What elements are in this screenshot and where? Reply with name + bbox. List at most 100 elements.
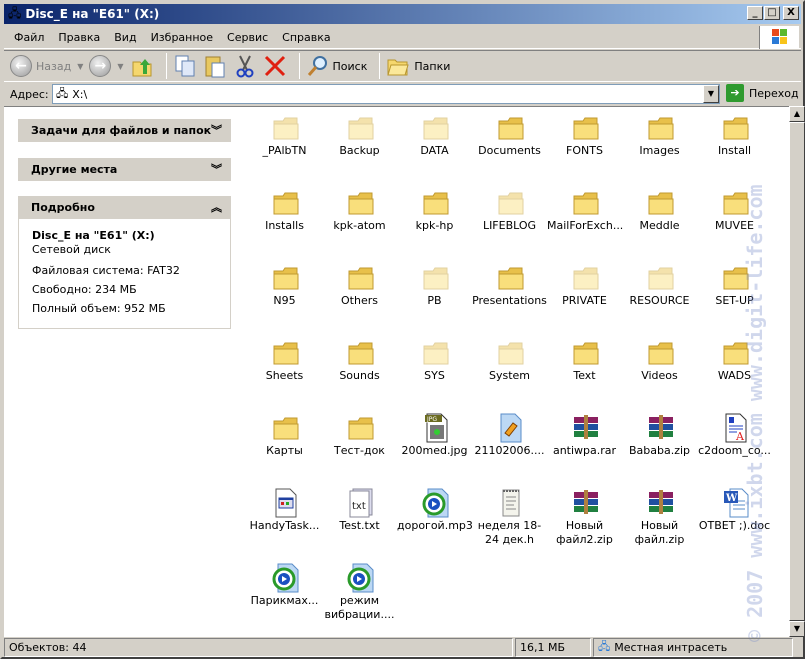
file-item[interactable]: Bababa.zip xyxy=(622,407,697,482)
item-label: Text xyxy=(573,369,596,382)
file-item[interactable]: Новый файл.zip xyxy=(622,482,697,557)
folder-item[interactable]: RESOURCE xyxy=(622,257,697,332)
file-item[interactable]: 21102006.... xyxy=(472,407,547,482)
item-label: kpk-atom xyxy=(333,219,386,232)
folder-item[interactable]: Others xyxy=(322,257,397,332)
folder-item[interactable]: kpk-hp xyxy=(397,182,472,257)
forward-button[interactable]: → ▼ xyxy=(89,55,124,77)
folder-icon xyxy=(422,113,450,143)
file-item[interactable]: дорогой.mp3 xyxy=(397,482,473,557)
file-item[interactable]: W ОТВЕТ ;).doc xyxy=(697,482,772,557)
address-dropdown-button[interactable]: ▼ xyxy=(703,85,719,103)
vertical-scrollbar[interactable]: ▲ ▼ xyxy=(789,106,805,637)
close-button[interactable]: X xyxy=(783,6,799,20)
file-item[interactable]: antiwpa.rar xyxy=(547,407,622,482)
menu-item[interactable]: Справка xyxy=(282,31,330,44)
address-input[interactable]: 🖧 X:\ ▼ xyxy=(52,84,720,104)
expand-chevron-icon[interactable]: ︾ xyxy=(211,122,222,138)
cut-button[interactable] xyxy=(233,54,257,78)
folder-item[interactable]: WADS xyxy=(697,332,772,407)
folder-item[interactable]: SYS xyxy=(397,332,472,407)
copy-button[interactable] xyxy=(173,54,197,78)
item-label: дорогой.mp3 xyxy=(397,519,473,532)
minimize-button[interactable]: _ xyxy=(747,6,763,20)
file-item[interactable]: Парикмах... xyxy=(247,557,322,632)
archive-icon xyxy=(572,413,600,443)
file-item[interactable]: Новый файл2.zip xyxy=(547,482,622,557)
folder-item[interactable]: Backup xyxy=(322,107,397,182)
scroll-down-button[interactable]: ▼ xyxy=(789,621,805,637)
folder-item[interactable]: Images xyxy=(622,107,697,182)
menu-item[interactable]: Файл xyxy=(14,31,44,44)
folder-item[interactable]: SET-UP xyxy=(697,257,772,332)
file-item[interactable]: неделя 18-24 дек.h xyxy=(472,482,547,557)
audio-icon xyxy=(422,488,450,518)
delete-button[interactable] xyxy=(263,54,287,78)
folder-item[interactable]: PRIVATE xyxy=(547,257,622,332)
folder-item[interactable]: Sheets xyxy=(247,332,322,407)
svg-text:A: A xyxy=(735,430,745,443)
media-file-icon xyxy=(497,413,525,443)
other-places-header[interactable]: Другие места ︾ xyxy=(18,158,231,181)
scroll-up-button[interactable]: ▲ xyxy=(789,106,805,122)
folder-item[interactable]: MUVEE xyxy=(697,182,772,257)
details-total: Полный объем: 952 МБ xyxy=(32,302,166,315)
menu-item[interactable]: Вид xyxy=(114,31,136,44)
file-item[interactable]: txt Test.txt xyxy=(322,482,397,557)
menu-item[interactable]: Избранное xyxy=(151,31,213,44)
back-button[interactable]: ← Назад ▼ xyxy=(10,55,83,77)
folder-icon xyxy=(347,413,375,443)
up-folder-button[interactable] xyxy=(130,54,154,78)
paste-button[interactable] xyxy=(203,54,227,78)
file-item[interactable]: режим вибрации.... xyxy=(322,557,397,632)
folder-item[interactable]: Installs xyxy=(247,182,322,257)
go-button[interactable]: ➔ Переход xyxy=(726,84,799,102)
folder-item[interactable]: LIFEBLOG xyxy=(472,182,547,257)
folder-item[interactable]: Presentations xyxy=(472,257,547,332)
details-header[interactable]: Подробно ︽ xyxy=(18,196,231,219)
folder-item[interactable]: DATA xyxy=(397,107,472,182)
folder-item[interactable]: FONTS xyxy=(547,107,622,182)
folder-item[interactable]: Text xyxy=(547,332,622,407)
folder-item[interactable]: Sounds xyxy=(322,332,397,407)
scroll-thumb[interactable] xyxy=(789,122,805,621)
file-tasks-header[interactable]: Задачи для файлов и папок ︾ xyxy=(18,119,231,142)
folder-icon xyxy=(647,188,675,218)
item-label: Videos xyxy=(641,369,678,382)
folder-item[interactable]: kpk-atom xyxy=(322,182,397,257)
file-item[interactable]: JPG 200med.jpg xyxy=(397,407,472,482)
item-label: Test.txt xyxy=(339,519,380,532)
folder-item[interactable]: System xyxy=(472,332,547,407)
item-label: Bababa.zip xyxy=(628,444,691,457)
file-item[interactable]: Ac2doom_co... xyxy=(697,407,772,482)
toolbar-separator xyxy=(165,53,167,79)
folder-item[interactable]: N95 xyxy=(247,257,322,332)
folders-button[interactable]: Папки xyxy=(386,54,450,78)
expand-chevron-icon[interactable]: ︾ xyxy=(211,161,222,177)
folder-item[interactable]: PB xyxy=(397,257,472,332)
file-item[interactable]: HandyTask... xyxy=(247,482,322,557)
menu-item[interactable]: Сервис xyxy=(227,31,268,44)
maximize-button[interactable]: □ xyxy=(764,6,780,20)
folder-item[interactable]: Documents xyxy=(472,107,547,182)
folder-item[interactable]: MailForExch... xyxy=(547,182,624,257)
file-tasks-panel: Задачи для файлов и папок ︾ xyxy=(18,119,231,142)
collapse-chevron-icon[interactable]: ︽ xyxy=(211,199,222,215)
folders-icon xyxy=(387,59,410,76)
folder-item[interactable]: Install xyxy=(697,107,772,182)
folder-item[interactable]: Тест-док xyxy=(322,407,397,482)
item-label: RESOURCE xyxy=(629,294,690,307)
title-bar[interactable]: 🖧 Disc_E на "E61" (X:) _ □ X xyxy=(4,4,801,24)
folder-icon xyxy=(272,188,300,218)
item-label: N95 xyxy=(273,294,296,307)
folder-item[interactable]: Videos xyxy=(622,332,697,407)
folder-item[interactable]: Карты xyxy=(247,407,322,482)
folder-icon xyxy=(722,113,750,143)
item-label: MailForExch... xyxy=(547,219,624,232)
folder-icon xyxy=(347,188,375,218)
search-button[interactable]: Поиск xyxy=(306,54,367,78)
folder-item[interactable]: _PAlbTN xyxy=(247,107,322,182)
item-label: ОТВЕТ ;).doc xyxy=(698,519,771,532)
folder-item[interactable]: Meddle xyxy=(622,182,697,257)
menu-item[interactable]: Правка xyxy=(58,31,100,44)
